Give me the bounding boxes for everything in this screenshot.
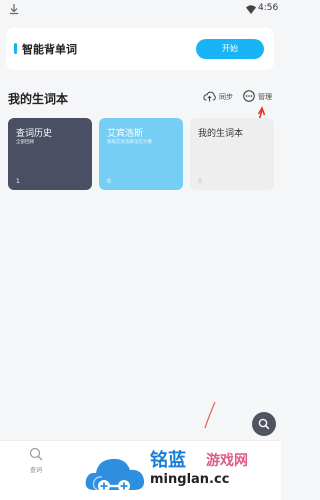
wordbook-title: 艾宾浩斯 [107, 129, 144, 139]
nav-item-lookup[interactable]: 查词 [22, 447, 50, 475]
status-bar: 4:56 [0, 0, 281, 18]
watermark-brand-suffix: 游戏网 [206, 453, 248, 469]
wordbook-card-mine[interactable]: 我的生词本 0 [190, 118, 274, 190]
cloud-logo-icon [85, 458, 145, 492]
wordbook-card-history[interactable]: 查词历史 全部回顾 1 [8, 118, 92, 190]
cloud-sync-icon [203, 91, 216, 102]
accent-bar [14, 43, 17, 54]
wordbook-subtitle: 全部回顾 [16, 140, 34, 145]
wordbook-title: 查词历史 [16, 129, 53, 139]
watermark-brand: 铭蓝 [150, 450, 186, 471]
wordbook-count: 1 [16, 178, 20, 185]
wifi-icon [246, 5, 256, 14]
status-time: 4:56 [258, 3, 279, 13]
download-arrow-icon [10, 4, 18, 15]
wordbook-count: 0 [198, 178, 202, 185]
annotation-stroke [204, 401, 216, 429]
wordbook-title: 我的生词本 [198, 129, 244, 139]
wordbook-section-title: 我的生词本 [8, 92, 69, 106]
wordbook-card-ebbinghaus[interactable]: 艾宾浩斯 按照艾宾浩斯记忆计算 0 [99, 118, 183, 190]
smart-recite-card: 智能背单词 开始 [6, 28, 274, 70]
start-button[interactable]: 开始 [196, 39, 264, 59]
manage-label: 管理 [258, 93, 272, 101]
smart-recite-title: 智能背单词 [22, 43, 77, 56]
search-icon [29, 447, 43, 461]
nav-item-label: 查词 [29, 467, 42, 474]
more-dots-icon [243, 90, 255, 102]
watermark-domain: minglan.cc [150, 472, 230, 487]
watermark: 铭蓝 游戏网 minglan.cc [84, 442, 281, 500]
floating-search-button[interactable] [252, 412, 276, 436]
wordbook-subtitle: 按照艾宾浩斯记忆计算 [107, 140, 152, 145]
wordbook-count: 0 [107, 178, 111, 185]
search-icon [258, 418, 270, 430]
sync-label: 同步 [219, 93, 233, 101]
